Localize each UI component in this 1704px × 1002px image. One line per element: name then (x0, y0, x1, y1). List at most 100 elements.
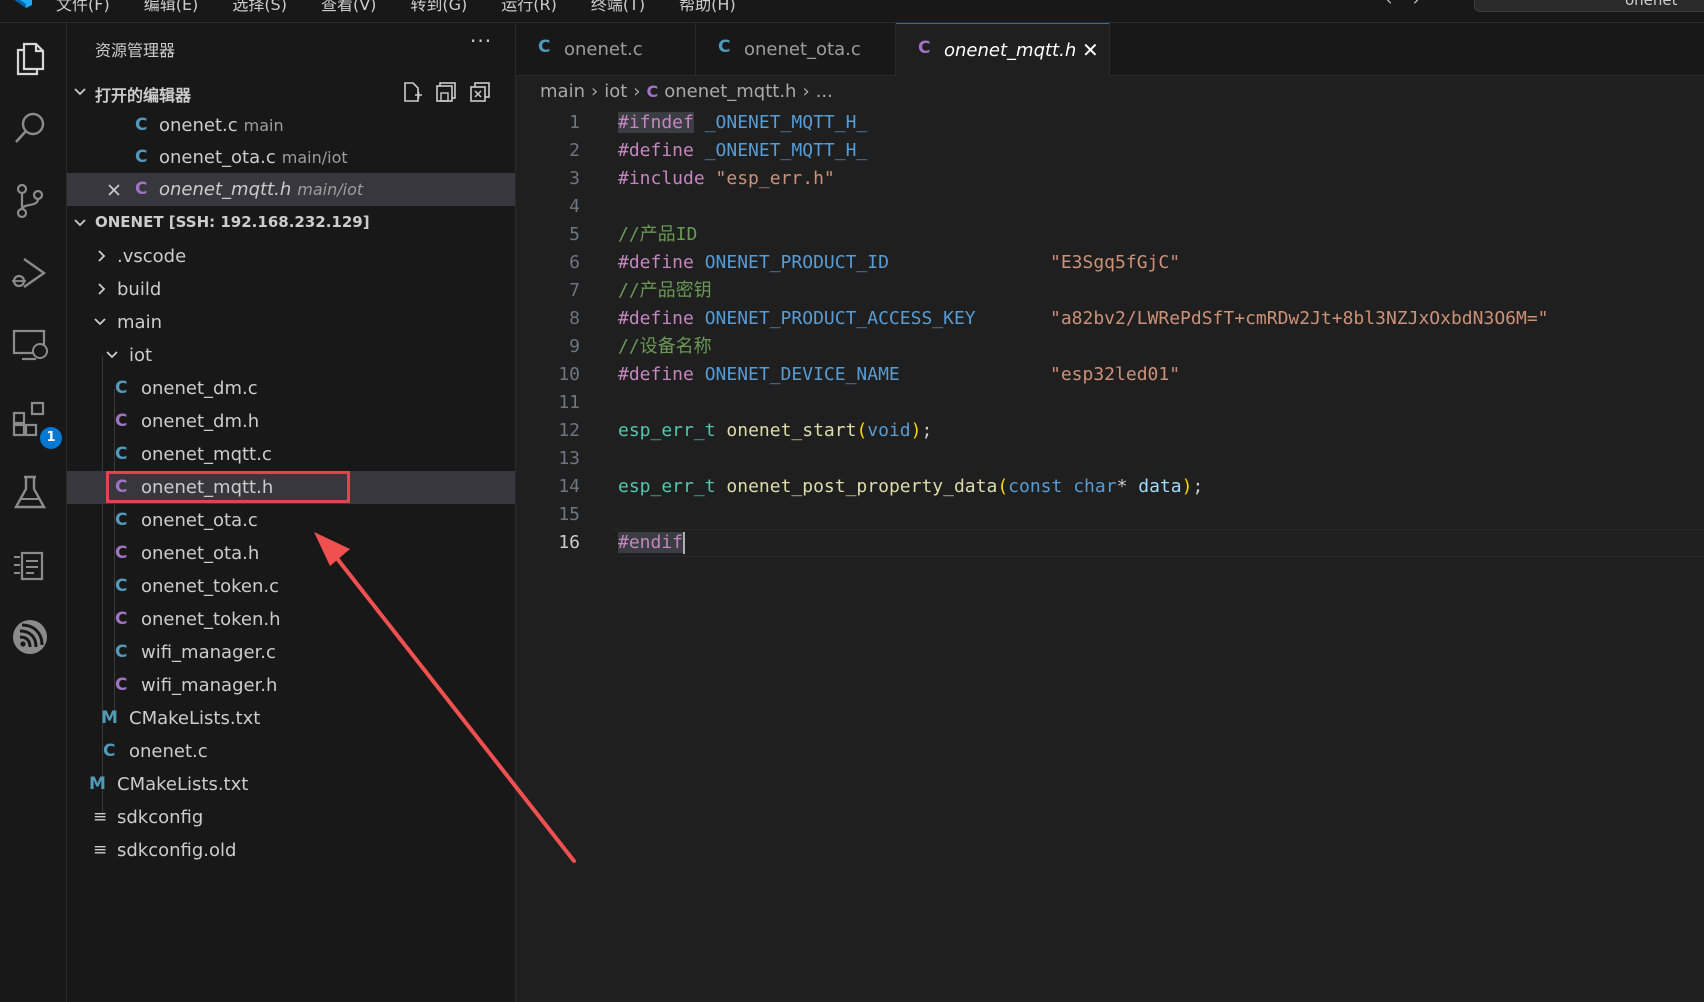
tree-file[interactable]: C onenet_ota.h (67, 537, 515, 570)
tree-item-label: onenet_dm.h (141, 411, 260, 432)
code-token: char (1073, 476, 1117, 497)
menu-help[interactable]: 帮助(H) (679, 0, 736, 14)
breadcrumb-item[interactable]: main (540, 81, 585, 102)
menu-terminal[interactable]: 终端(T) (591, 0, 645, 14)
tree-file[interactable]: C onenet_mqtt.c (67, 438, 515, 471)
tree-file[interactable]: C onenet.c (67, 735, 515, 768)
menu-selection[interactable]: 选择(S) (232, 0, 287, 14)
close-icon[interactable]: ✕ (1082, 38, 1099, 62)
code-line: #include "esp_err.h" (618, 165, 835, 193)
breadcrumb-item[interactable]: onenet_mqtt.h (664, 81, 796, 102)
tree-item-label: onenet_token.c (141, 576, 279, 597)
open-editor-name: onenet.c (159, 115, 238, 136)
save-all-icon[interactable] (434, 80, 458, 104)
menu-view[interactable]: 查看(V) (321, 0, 376, 14)
tree-file[interactable]: M CMakeLists.txt (67, 702, 515, 735)
tree-file[interactable]: C onenet_token.c (67, 570, 515, 603)
chevron-right-icon (98, 283, 106, 295)
open-editor-item[interactable]: C onenet.c main (67, 109, 515, 142)
open-editors-header[interactable]: 打开的编辑器 (67, 77, 515, 107)
c-file-icon: C (115, 444, 128, 464)
tree-folder[interactable]: main (67, 306, 515, 339)
extensions-icon[interactable]: 1 (10, 399, 62, 449)
tree-folder[interactable]: .vscode (67, 240, 515, 273)
tree-file[interactable]: C wifi_manager.c (67, 636, 515, 669)
tree-file[interactable]: C onenet_ota.c (67, 504, 515, 537)
run-debug-icon[interactable] (10, 253, 50, 293)
menu-items: 文件(F) 编辑(E) 选择(S) 查看(V) 转到(G) 运行(R) 终端(T) 帮助(H) (56, 0, 770, 15)
tab-label: onenet_mqtt.h (944, 40, 1077, 61)
code-token: ONENET_PRODUCT_ACCESS_KEY (704, 308, 976, 329)
source-control-icon[interactable] (10, 181, 50, 221)
search-icon[interactable] (10, 108, 50, 148)
tree-file[interactable]: M CMakeLists.txt (67, 768, 515, 801)
tree-item-label: onenet_dm.c (141, 378, 258, 399)
code-token: esp_err_t (618, 476, 716, 497)
close-all-icon[interactable] (468, 80, 492, 104)
code-token: #define (618, 140, 694, 161)
line-number: 10 (558, 364, 580, 385)
code-token: onenet_post_property_data (726, 476, 998, 497)
workspace-header[interactable]: ONENET [SSH: 192.168.232.129] (67, 208, 515, 238)
testing-icon[interactable] (10, 473, 50, 513)
tree-file[interactable]: C onenet_dm.c (67, 372, 515, 405)
espressif-icon[interactable] (10, 617, 50, 657)
c-file-icon: C (115, 642, 128, 662)
close-icon[interactable] (107, 183, 121, 197)
tree-folder[interactable]: iot (67, 339, 515, 372)
menu-run[interactable]: 运行(R) (501, 0, 557, 14)
command-center[interactable]: onenet (1474, 0, 1704, 12)
menu-edit[interactable]: 编辑(E) (144, 0, 199, 14)
code-line: #define ONENET_PRODUCT_ID "E3Sgq5fGjC" (618, 249, 1180, 277)
files-icon[interactable] (10, 38, 50, 78)
c-file-icon: C (135, 115, 148, 135)
line-number: 8 (569, 308, 580, 329)
breadcrumb-item[interactable]: iot (604, 81, 627, 102)
code-token: #include (618, 168, 705, 189)
extensions-badge: 1 (40, 427, 62, 449)
menu-go[interactable]: 转到(G) (410, 0, 467, 14)
cmake-file-icon: M (101, 708, 118, 728)
open-editor-item-active[interactable]: C onenet_mqtt.h main/iot (67, 173, 515, 206)
c-file-icon: C (115, 378, 128, 398)
c-file-icon: C (718, 37, 731, 57)
tree-file[interactable]: ≡ sdkconfig.old (67, 834, 515, 867)
code-token: _ONENET_MQTT_H_ (704, 112, 868, 133)
tree-folder[interactable]: build (67, 273, 515, 306)
forward-icon[interactable]: › (1413, 0, 1419, 9)
open-editor-item[interactable]: C onenet_ota.c main/iot (67, 141, 515, 174)
tree-file[interactable]: C wifi_manager.h (67, 669, 515, 702)
c-file-icon: C (115, 510, 128, 530)
c-header-icon: C (115, 609, 128, 629)
tab-onenet-c[interactable]: C onenet.c (516, 23, 696, 75)
editor-area: C onenet.c C onenet_ota.c C onenet_mqtt.… (516, 23, 1704, 1002)
code-token: //产品ID (618, 224, 698, 245)
more-actions-icon[interactable]: ··· (470, 29, 492, 53)
code-line: #define _ONENET_MQTT_H_ (618, 137, 867, 165)
code-line: esp_err_t onenet_start(void); (618, 417, 932, 445)
tree-file-selected[interactable]: C onenet_mqtt.h (67, 471, 515, 504)
workspace-label: ONENET [SSH: 192.168.232.129] (95, 213, 370, 231)
code-token: onenet_start (726, 420, 857, 441)
breadcrumb-item[interactable]: ... (816, 81, 833, 102)
open-editor-path: main/iot (297, 180, 364, 199)
new-untitled-file-icon[interactable] (400, 80, 424, 104)
c-header-icon: C (115, 477, 128, 497)
code-line: #endif (618, 529, 686, 557)
tab-onenet-ota-c[interactable]: C onenet_ota.c (696, 23, 896, 75)
remote-explorer-icon[interactable] (10, 325, 50, 365)
tree-file[interactable]: ≡ sdkconfig (67, 801, 515, 834)
chevron-down-icon (106, 351, 118, 359)
back-icon[interactable]: ‹ (1386, 0, 1392, 9)
open-editor-name: onenet_mqtt.h (159, 179, 292, 200)
code-token: "a82bv2/LWRePdSfT+cmRDw2Jt+8bl3NZJxOxbdN… (1050, 308, 1549, 329)
activity-bar: 1 (0, 23, 67, 1002)
tree-file[interactable]: C onenet_dm.h (67, 405, 515, 438)
menu-file[interactable]: 文件(F) (56, 0, 110, 14)
tree-item-label: onenet_ota.c (141, 510, 258, 531)
tab-onenet-mqtt-h[interactable]: C onenet_mqtt.h ✕ (896, 23, 1110, 76)
open-editor-path: main/iot (281, 148, 348, 167)
clipboard-icon[interactable] (10, 545, 50, 585)
code-token: const (1008, 476, 1063, 497)
tree-file[interactable]: C onenet_token.h (67, 603, 515, 636)
